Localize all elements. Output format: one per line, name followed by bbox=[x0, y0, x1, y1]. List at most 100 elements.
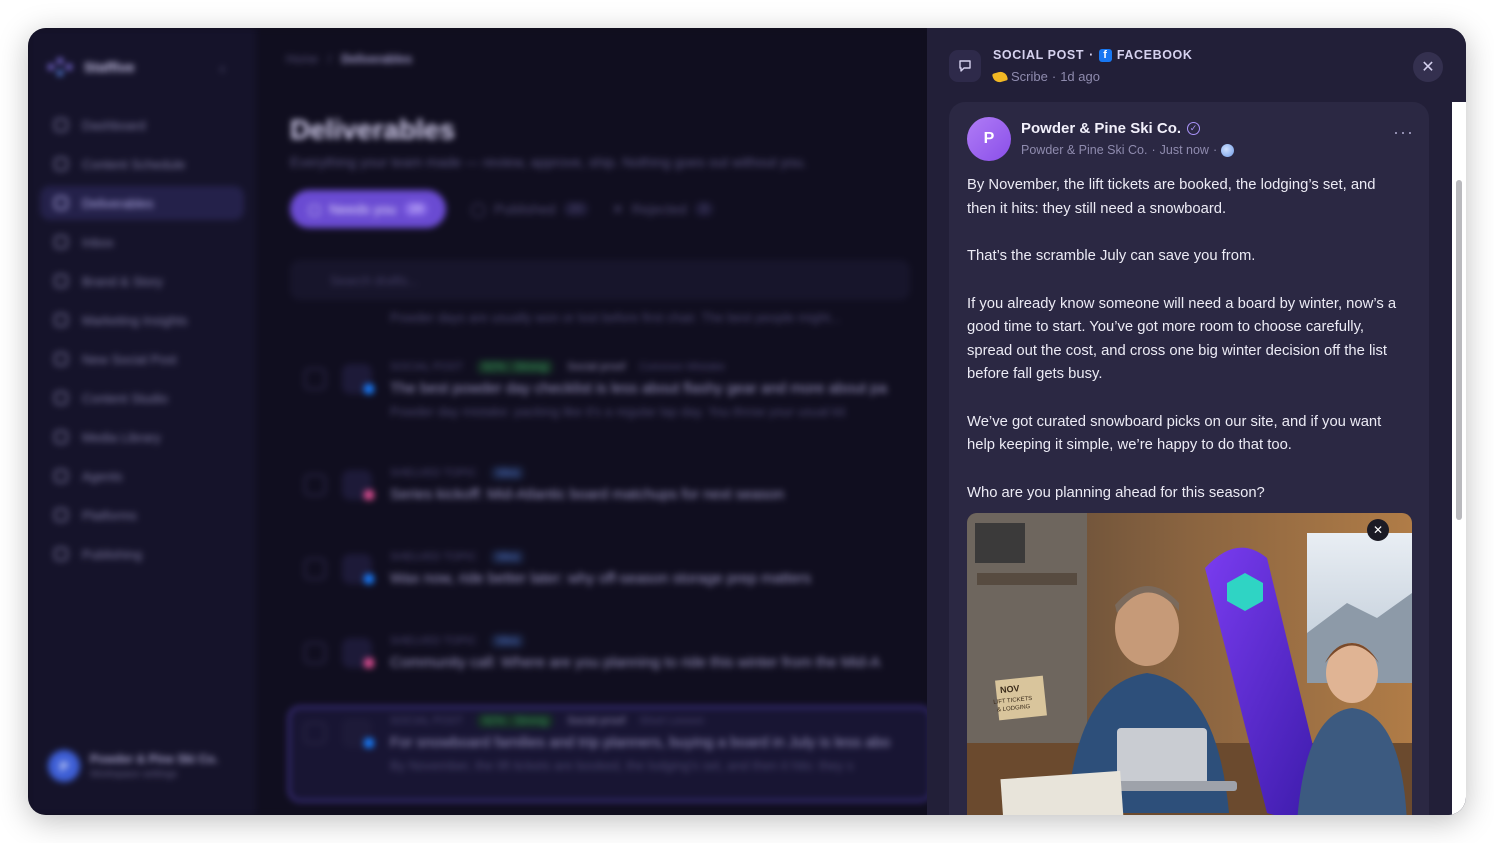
sidebar-item-agents[interactable]: Agents bbox=[40, 459, 244, 493]
close-icon: ✕ bbox=[1372, 523, 1384, 537]
instagram-icon bbox=[364, 658, 374, 668]
sidebar-item-label: Publishing bbox=[82, 546, 142, 562]
sidebar-item-media-library[interactable]: Media Library bbox=[40, 420, 244, 454]
row-checkbox[interactable] bbox=[304, 722, 326, 744]
separator-dot: · bbox=[1089, 48, 1094, 62]
account-sub: Workspace settings bbox=[90, 769, 178, 780]
calendar-icon bbox=[54, 157, 68, 171]
facebook-post-preview: P Powder & Pine Ski Co. ✓ Powder & Pine … bbox=[949, 102, 1429, 815]
list-item[interactable]: SHELVED TOPIC Idea Series kickoff: Mid-At… bbox=[290, 460, 930, 542]
chat-bubble-icon bbox=[949, 50, 981, 82]
sidebar: Staffive ‹ Dashboard Content Schedule De… bbox=[28, 28, 256, 815]
post-image-illustration: NOV LIFT TICKETS & LODGING bbox=[967, 513, 1412, 815]
post-body: By November, the lift tickets are booked… bbox=[967, 174, 1407, 529]
row-type: SHELVED TOPIC bbox=[390, 467, 477, 479]
post-time: Just now bbox=[1159, 143, 1209, 157]
row-checkbox[interactable] bbox=[304, 474, 326, 496]
avatar: P bbox=[48, 750, 80, 782]
row-checkbox[interactable] bbox=[304, 558, 326, 580]
globe-icon bbox=[54, 508, 68, 522]
filter-label: Needs you bbox=[329, 201, 397, 217]
breadcrumb-current: Deliverables bbox=[341, 52, 413, 66]
post-icon bbox=[54, 352, 68, 366]
brand[interactable]: Staffive bbox=[48, 58, 135, 76]
sidebar-item-content-studio[interactable]: Content Studio bbox=[40, 381, 244, 415]
sidebar-item-label: Content Schedule bbox=[82, 156, 186, 172]
row-snippet: By November, the lift tickets are booked… bbox=[390, 758, 854, 773]
sidebar-item-dashboard[interactable]: Dashboard bbox=[40, 108, 244, 142]
filter-needs-you[interactable]: ▢ Needs you 24 bbox=[290, 190, 447, 228]
separator-dot: · bbox=[1051, 69, 1057, 84]
post-image: NOV LIFT TICKETS & LODGING bbox=[967, 513, 1412, 815]
remove-image-button[interactable]: ✕ bbox=[1367, 519, 1389, 541]
search-input[interactable]: Search drafts... bbox=[290, 260, 910, 300]
filter-count: 24 bbox=[404, 202, 429, 216]
image-icon bbox=[54, 430, 68, 444]
post-paragraph: By November, the lift tickets are booked… bbox=[967, 177, 1376, 217]
list-item-selected[interactable]: SOCIAL POST 92% · Strong Social proof Short… bbox=[288, 706, 932, 802]
breadcrumb: Home / Deliverables bbox=[286, 52, 412, 66]
tag: Short Lesson bbox=[639, 715, 705, 727]
background-app: Staffive ‹ Dashboard Content Schedule De… bbox=[28, 28, 932, 815]
trend-icon bbox=[54, 313, 68, 327]
sidebar-item-new-social-post[interactable]: New Social Post bbox=[40, 342, 244, 376]
sidebar-item-content-schedule[interactable]: Content Schedule bbox=[40, 147, 244, 181]
list-item[interactable]: SHELVED TOPIC Idea Wax now, ride better l… bbox=[290, 544, 930, 626]
sidebar-item-platforms[interactable]: Platforms bbox=[40, 498, 244, 532]
list-item-partial: Powder days are usually won or lost befo… bbox=[390, 310, 841, 325]
idea-badge: Idea bbox=[490, 634, 525, 648]
sidebar-item-inbox[interactable]: Inbox bbox=[40, 225, 244, 259]
post-author-line: Scribe · 1d ago bbox=[991, 69, 1100, 84]
post-kind: SOCIAL POST bbox=[993, 48, 1085, 62]
post-detail-panel: SOCIAL POST · f FACEBOOK Scribe · 1d ago… bbox=[927, 28, 1466, 815]
page-name: Powder & Pine Ski Co. bbox=[1021, 120, 1182, 137]
separator-dot: · bbox=[1212, 143, 1218, 157]
list-item[interactable]: SOCIAL POST 92% · Strong Social proof Commo… bbox=[290, 354, 930, 436]
idea-badge: Idea bbox=[490, 466, 525, 480]
agents-icon bbox=[54, 469, 68, 483]
scrollbar-thumb[interactable] bbox=[1456, 180, 1462, 520]
row-title: For snowboard families and trip planners… bbox=[390, 734, 891, 751]
sidebar-item-label: Marketing Insights bbox=[82, 312, 188, 328]
filter-tabs: ▢ Needs you 24 ◯ Published 20 ✕ Rejected… bbox=[290, 190, 713, 228]
deliverables-icon bbox=[54, 196, 68, 210]
x-icon: ✕ bbox=[611, 200, 624, 217]
app-window: Staffive ‹ Dashboard Content Schedule De… bbox=[28, 28, 1466, 815]
tag: Common Mistake bbox=[639, 361, 725, 373]
more-options-button[interactable]: ··· bbox=[1393, 122, 1414, 143]
search-input-placeholder: Search drafts... bbox=[330, 272, 419, 288]
inbox-icon: ▢ bbox=[308, 200, 322, 217]
post-age: 1d ago bbox=[1060, 69, 1100, 84]
sidebar-item-label: Content Studio bbox=[82, 390, 169, 406]
post-paragraph: Who are you planning ahead for this seas… bbox=[967, 484, 1265, 501]
close-button[interactable]: ✕ bbox=[1413, 52, 1443, 82]
dashboard-icon bbox=[54, 118, 68, 132]
list-item[interactable]: SHELVED TOPIC Idea Community call: Where … bbox=[290, 628, 930, 710]
sidebar-item-label: Agents bbox=[82, 468, 123, 484]
facebook-icon bbox=[364, 738, 374, 748]
sidebar-item-publishing[interactable]: Publishing bbox=[40, 537, 244, 571]
row-checkbox[interactable] bbox=[304, 642, 326, 664]
row-title: Wax now, ride better later: why off-seas… bbox=[390, 570, 812, 587]
page-title: Deliverables bbox=[290, 114, 455, 145]
pen-icon bbox=[54, 391, 68, 405]
filter-published[interactable]: ◯ Published 20 bbox=[470, 201, 588, 218]
facebook-icon bbox=[364, 574, 374, 584]
post-platform: FACEBOOK bbox=[1116, 48, 1193, 62]
more-horizontal-icon: ··· bbox=[1393, 122, 1414, 142]
sidebar-item-marketing-insights[interactable]: Marketing Insights bbox=[40, 303, 244, 337]
row-checkbox[interactable] bbox=[304, 368, 326, 390]
sidebar-item-deliverables[interactable]: Deliverables bbox=[40, 186, 244, 220]
collapse-sidebar-icon[interactable]: ‹ bbox=[220, 60, 225, 76]
row-type: SOCIAL POST bbox=[390, 715, 463, 727]
idea-badge: Idea bbox=[490, 550, 525, 564]
filter-rejected[interactable]: ✕ Rejected 3 bbox=[612, 201, 713, 218]
post-paragraph: That’s the scramble July can save you fr… bbox=[967, 248, 1256, 264]
brand-name: Staffive bbox=[84, 59, 135, 75]
account-switcher[interactable]: P Powder & Pine Ski Co. Workspace settin… bbox=[48, 750, 218, 782]
sidebar-item-brand-story[interactable]: Brand & Story bbox=[40, 264, 244, 298]
breadcrumb-home[interactable]: Home bbox=[286, 52, 318, 66]
page-name-line: Powder & Pine Ski Co. ✓ bbox=[1021, 120, 1201, 137]
filter-label: Published bbox=[494, 201, 556, 217]
filter-count: 3 bbox=[694, 202, 713, 216]
